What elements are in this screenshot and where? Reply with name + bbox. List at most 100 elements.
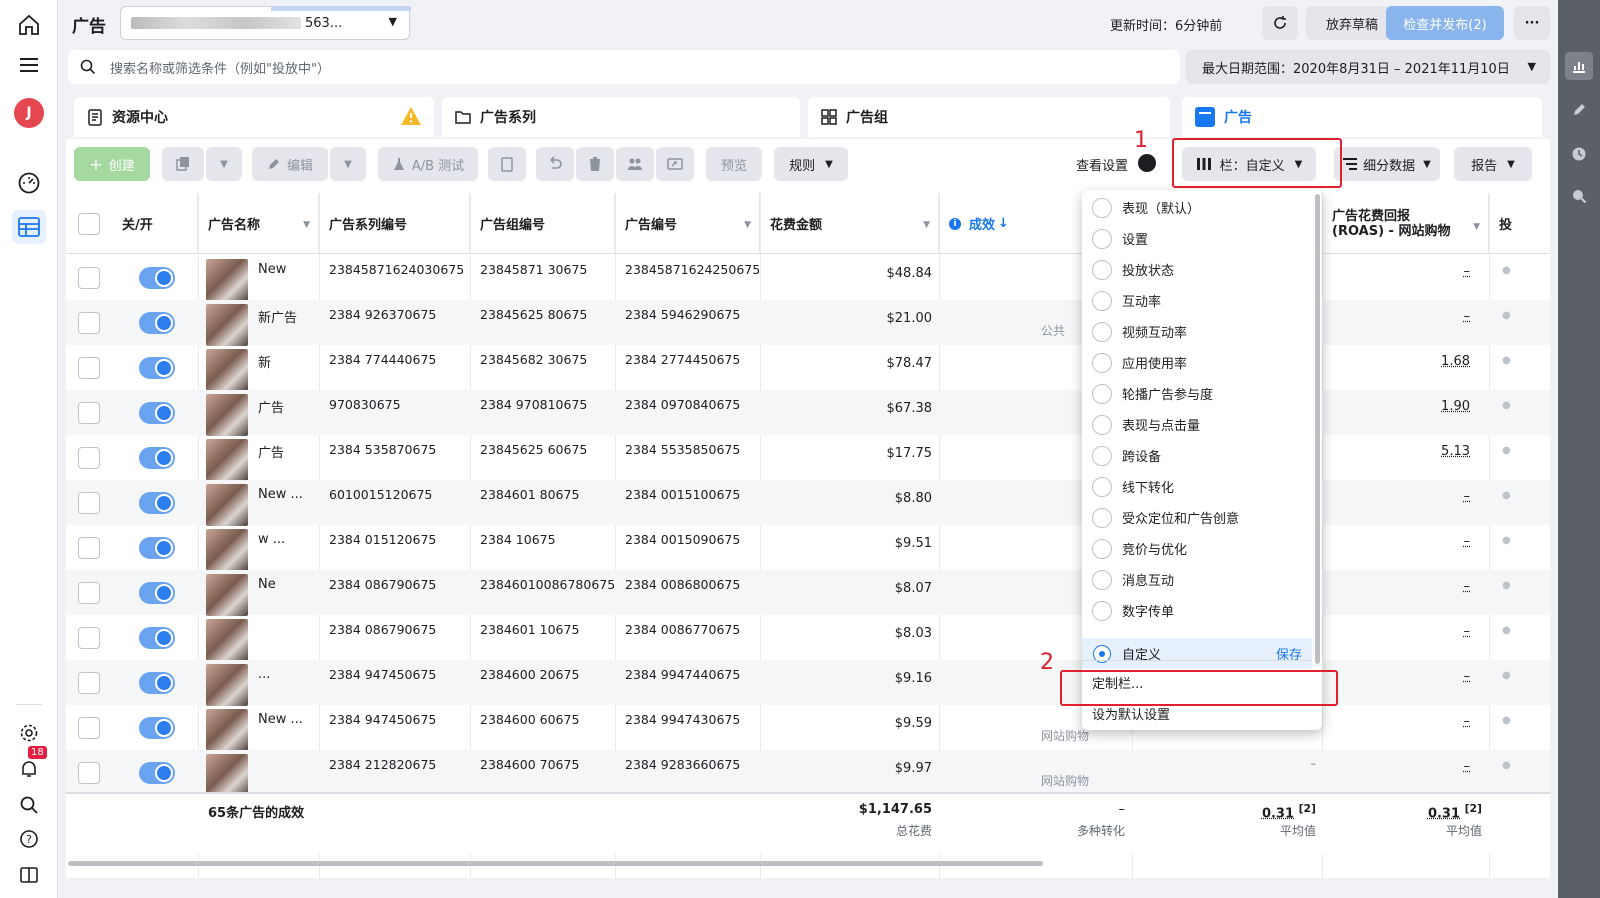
search-bar[interactable]: 搜索名称或筛选条件（例如"投放中"） (68, 50, 1180, 84)
row-checkbox[interactable] (78, 357, 100, 379)
column-preset-item[interactable]: 应用使用率 (1082, 347, 1312, 378)
share-button[interactable] (656, 147, 694, 181)
table-row[interactable]: 新广告 2384 926370675 23845625 80675 2384 5946… (66, 300, 1550, 346)
row-checkbox[interactable] (78, 402, 100, 424)
column-header-onoff[interactable]: 关/开 (112, 193, 198, 254)
column-preset-item[interactable]: 轮播广告参与度 (1082, 378, 1312, 409)
edit-button[interactable]: 编辑 (252, 147, 328, 181)
table-row[interactable]: 新 2384 774440675 23845682 30675 2384 27744… (66, 345, 1550, 391)
view-settings-toggle[interactable] (1138, 154, 1156, 172)
column-preset-item[interactable]: 投放状态 (1082, 254, 1312, 285)
tab-campaigns[interactable]: 广告系列 (442, 97, 800, 137)
discard-draft-button[interactable]: 放弃草稿 (1306, 6, 1398, 40)
column-header-roas[interactable]: 广告花费回报 (ROAS) - 网站购物 ▼ (1322, 193, 1489, 254)
column-header-campaign-id[interactable]: 广告系列编号 (319, 193, 470, 254)
ad-on-off-toggle[interactable] (139, 312, 175, 334)
preview-button[interactable]: 预览 (706, 147, 762, 181)
review-publish-button[interactable]: 检查并发布(2) (1386, 6, 1504, 40)
ad-name[interactable]: New ... (258, 480, 318, 525)
table-row[interactable]: New ... 6010015120675 2384601 80675 2384 0… (66, 480, 1550, 526)
column-preset-item[interactable]: 视频互动率 (1082, 316, 1312, 347)
column-preset-item[interactable]: 消息互动 (1082, 564, 1312, 595)
tab-ads[interactable]: 广告 (1182, 97, 1542, 137)
ad-on-off-toggle[interactable] (139, 717, 175, 739)
rules-button[interactable]: 规则 ▼ (774, 147, 848, 181)
clock-icon[interactable] (1565, 140, 1593, 168)
avatar[interactable]: J (12, 96, 46, 130)
ad-name[interactable]: w ... (258, 525, 318, 570)
table-row[interactable]: 2384 086790675 2384601 10675 2384 00867706… (66, 615, 1550, 661)
ad-name[interactable]: 新广告 (258, 300, 318, 345)
ad-name[interactable]: Ne (258, 570, 318, 615)
breakdown-button[interactable]: 细分数据 ▼ (1334, 147, 1440, 181)
table-row[interactable]: New 23845871624030675 23845871 30675 238458… (66, 255, 1550, 301)
row-checkbox[interactable] (78, 762, 100, 784)
edit-dropdown[interactable]: ▼ (330, 147, 366, 181)
dashboard-icon[interactable] (12, 166, 46, 200)
ad-name[interactable]: New ... (258, 705, 318, 750)
ad-name[interactable]: 新 (258, 345, 318, 390)
column-header-extra[interactable]: 投 (1489, 193, 1550, 254)
column-header-name[interactable]: 广告名称 ▼ (198, 193, 319, 254)
audience-button[interactable] (616, 147, 654, 181)
column-preset-item[interactable]: 表现（默认） (1082, 192, 1312, 223)
ad-on-off-toggle[interactable] (139, 627, 175, 649)
row-checkbox[interactable] (78, 267, 100, 289)
table-row[interactable]: w ... 2384 015120675 2384 10675 2384 001509… (66, 525, 1550, 571)
horizontal-scrollbar[interactable] (66, 859, 1550, 867)
column-header-adset-id[interactable]: 广告组编号 (470, 193, 615, 254)
table-row[interactable]: New ... 2384 947450675 2384600 60675 2384 9… (66, 705, 1550, 751)
clipboard-button[interactable] (488, 147, 526, 181)
ad-on-off-toggle[interactable] (139, 537, 175, 559)
row-checkbox[interactable] (78, 492, 100, 514)
sidebar-toggle-icon[interactable] (12, 858, 46, 892)
column-preset-item[interactable]: 表现与点击量 (1082, 409, 1312, 440)
table-row[interactable]: Ne 2384 086790675 23846010086780675 2384 0… (66, 570, 1550, 616)
ad-on-off-toggle[interactable] (139, 492, 175, 514)
column-header-spend[interactable]: 花费金额 ▼ (760, 193, 939, 254)
column-preset-item[interactable]: 竞价与优化 (1082, 533, 1312, 564)
tab-ad-sets[interactable]: 广告组 (808, 97, 1170, 137)
dropdown-scrollbar[interactable] (1315, 194, 1320, 664)
ad-name[interactable]: 广告 (258, 390, 318, 435)
column-preset-item[interactable]: 数字传单 (1082, 595, 1312, 626)
account-selector[interactable]: 563... ▼ (120, 6, 411, 40)
ad-on-off-toggle[interactable] (139, 267, 175, 289)
select-all-checkbox[interactable] (78, 213, 100, 235)
home-icon[interactable] (12, 8, 46, 42)
ad-name[interactable]: ... (258, 660, 318, 705)
notifications-icon[interactable]: 18 (12, 746, 47, 786)
column-preset-item[interactable]: 设置 (1082, 223, 1312, 254)
row-checkbox[interactable] (78, 627, 100, 649)
search-icon[interactable] (12, 788, 46, 822)
refresh-button[interactable] (1262, 6, 1298, 40)
ad-name[interactable] (258, 615, 318, 660)
row-checkbox[interactable] (78, 312, 100, 334)
row-checkbox[interactable] (78, 447, 100, 469)
ad-on-off-toggle[interactable] (139, 762, 175, 784)
ad-name[interactable]: New (258, 255, 318, 300)
ads-manager-table-icon[interactable] (12, 210, 46, 244)
scrollbar-thumb[interactable] (68, 861, 1043, 866)
report-button[interactable]: 报告 ▼ (1454, 147, 1532, 181)
more-button[interactable]: ··· (1514, 6, 1550, 40)
column-preset-custom[interactable]: 自定义 保存 (1082, 638, 1312, 669)
column-preset-item[interactable]: 受众定位和广告创意 (1082, 502, 1312, 533)
menu-icon[interactable] (12, 48, 46, 82)
tab-resource-center[interactable]: 资源中心 (74, 97, 434, 137)
ad-on-off-toggle[interactable] (139, 447, 175, 469)
help-icon[interactable]: ? (12, 822, 46, 856)
ad-on-off-toggle[interactable] (139, 672, 175, 694)
delete-button[interactable] (576, 147, 614, 181)
row-checkbox[interactable] (78, 672, 100, 694)
zoom-icon[interactable] (1565, 182, 1593, 210)
ad-on-off-toggle[interactable] (139, 402, 175, 424)
column-header-ad-id[interactable]: 广告编号 ▼ (615, 193, 760, 254)
create-button[interactable]: + 创建 (74, 147, 150, 181)
column-preset-item[interactable]: 跨设备 (1082, 440, 1312, 471)
duplicate-dropdown[interactable]: ▼ (206, 147, 242, 181)
table-row[interactable]: 广告 2384 535870675 23845625 60675 2384 55358… (66, 435, 1550, 481)
pencil-icon[interactable] (1565, 96, 1593, 124)
settings-icon[interactable] (12, 716, 46, 750)
ad-on-off-toggle[interactable] (139, 582, 175, 604)
